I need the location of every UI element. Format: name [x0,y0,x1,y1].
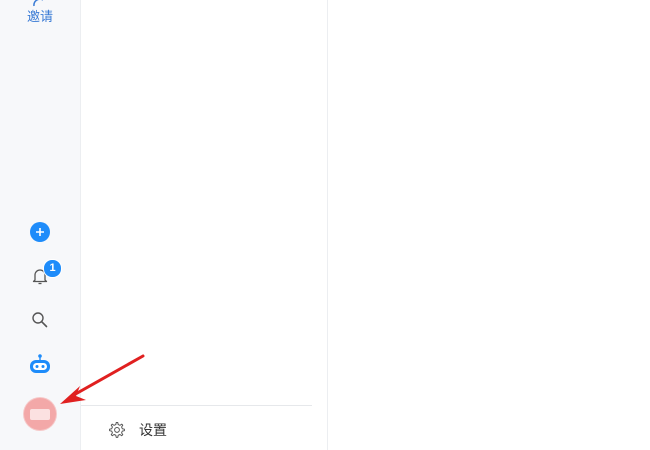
invite-label: 邀请 [26,9,53,24]
settings-button[interactable]: 设置 [108,420,167,440]
user-avatar[interactable] [24,398,56,430]
main-content [328,0,650,450]
secondary-panel [81,0,328,450]
assistant-button[interactable] [24,348,56,380]
avatar-image [30,408,50,420]
sidebar-rail: 邀请 1 [0,0,81,450]
notification-badge: 1 [43,259,62,278]
search-button[interactable] [24,304,56,336]
panel-divider [81,405,312,406]
robot-icon [30,354,50,373]
search-icon [32,312,48,328]
invite-button[interactable]: 邀请 [22,0,58,25]
notifications-button[interactable]: 1 [24,259,62,292]
settings-label: 设置 [139,422,167,438]
gear-icon [109,422,125,438]
plus-icon [30,222,50,242]
create-button[interactable] [24,216,56,248]
